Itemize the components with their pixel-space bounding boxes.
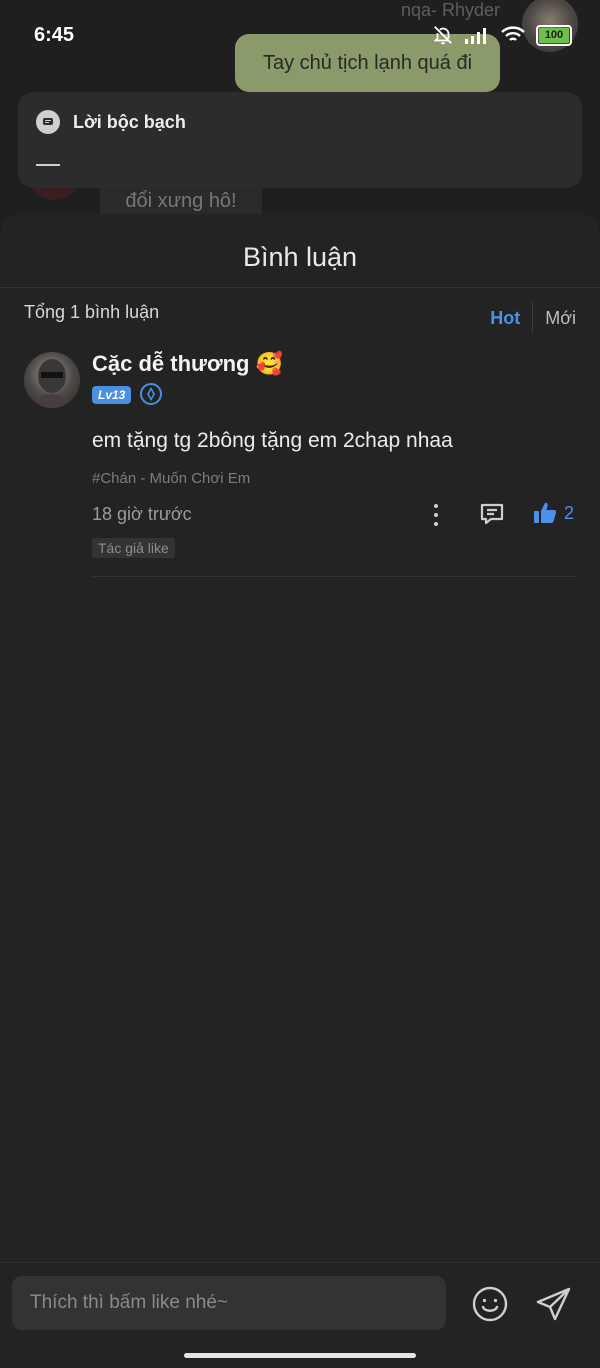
wifi-icon xyxy=(501,26,525,41)
comment-tag[interactable]: #Chán - Muốn Chơi Em xyxy=(92,470,250,487)
more-vertical-icon[interactable] xyxy=(426,502,446,528)
like-count: 2 xyxy=(564,502,575,523)
message-icon xyxy=(36,110,60,134)
chat-sender-name: nqa- Rhyder xyxy=(400,0,500,20)
comment-total: Tổng 1 bình luận xyxy=(24,302,160,322)
comment-input-bar xyxy=(0,1262,600,1368)
notice-divider xyxy=(36,164,60,166)
home-indicator xyxy=(184,1353,416,1358)
notice-title: Lời bộc bạch xyxy=(73,112,186,132)
bell-off-icon xyxy=(433,26,452,45)
status-icons: 100 xyxy=(432,24,572,46)
comment-icon[interactable] xyxy=(478,500,506,528)
divider xyxy=(0,287,600,288)
verified-badge-icon xyxy=(140,383,162,405)
battery-indicator: 100 xyxy=(536,24,572,46)
divider xyxy=(92,576,576,577)
divider xyxy=(532,302,534,334)
comment-input[interactable] xyxy=(12,1276,446,1330)
send-icon[interactable] xyxy=(535,1285,573,1323)
comment-text: em tặng tg 2bông tặng em 2chap nhaa xyxy=(92,429,453,452)
signal-icon xyxy=(465,28,486,44)
thumbs-up-icon xyxy=(534,502,557,523)
notice-card[interactable]: Lời bộc bạch xyxy=(18,92,582,188)
like-button[interactable]: 2 xyxy=(532,500,574,526)
sort-toggle: Hot Mới xyxy=(490,302,576,334)
level-badge: Lv13 xyxy=(92,386,132,404)
avatar[interactable] xyxy=(24,352,80,408)
sort-new-button[interactable]: Mới xyxy=(545,308,576,329)
sheet-title: Bình luận xyxy=(242,242,358,272)
author-like-badge: Tác giả like xyxy=(92,538,175,558)
emoji-icon[interactable] xyxy=(471,1285,509,1323)
comment-time: 18 giờ trước xyxy=(92,504,192,524)
status-time: 6:45 xyxy=(34,24,75,46)
comments-sheet: Bình luận Tổng 1 bình luận Hot Mới Cặc d… xyxy=(0,214,600,1367)
comment-username[interactable]: Cặc dễ thương 🥰 xyxy=(92,351,283,377)
sort-hot-button[interactable]: Hot xyxy=(490,308,532,329)
